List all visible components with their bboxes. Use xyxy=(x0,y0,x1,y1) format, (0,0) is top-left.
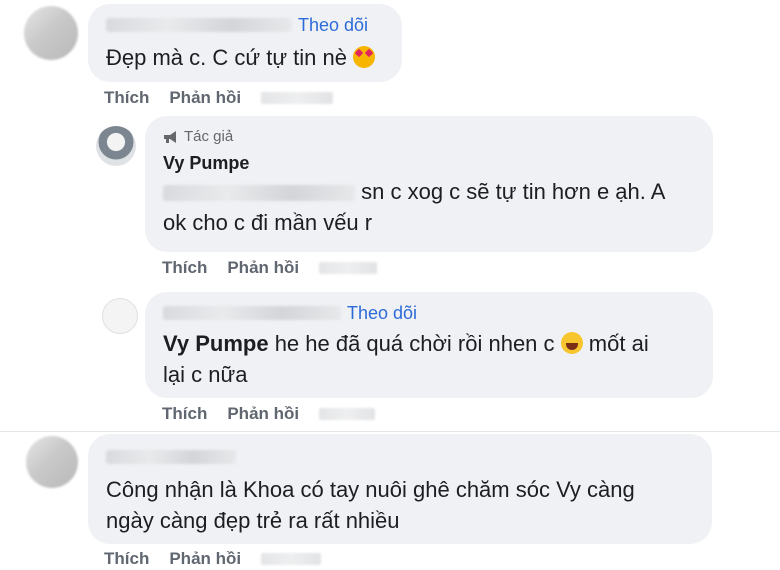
like-button[interactable]: Thích xyxy=(104,549,149,569)
comment-text-line: ngày càng đẹp trẻ ra rất nhiều xyxy=(106,508,400,533)
like-button[interactable]: Thích xyxy=(162,404,207,424)
blurred-commenter-name[interactable] xyxy=(106,18,292,32)
author-badge: Tác giả xyxy=(163,128,695,145)
blurred-timestamp[interactable] xyxy=(319,262,378,274)
avatar[interactable] xyxy=(96,126,136,166)
author-name[interactable]: Vy Pumpe xyxy=(163,153,695,174)
blurred-timestamp[interactable] xyxy=(261,92,334,104)
blurred-commenter-name[interactable] xyxy=(106,450,236,464)
blurred-timestamp[interactable] xyxy=(319,408,376,420)
comment-bubble: Tác giả Vy Pumpe sn c xog c sẽ tự tin hơ… xyxy=(145,116,713,252)
smiling-face-with-hearts-emoji xyxy=(353,46,376,68)
blurred-commenter-name[interactable] xyxy=(163,306,341,320)
comment-bubble: Theo dõi Vy Pumpe he he đã quá chời rồi … xyxy=(145,292,713,398)
follow-link[interactable]: Theo dõi xyxy=(298,15,368,36)
comment-actions: Thích Phản hồi xyxy=(104,88,334,108)
comment-actions: Thích Phản hồi xyxy=(104,549,322,569)
laughing-face-emoji xyxy=(560,332,583,354)
megaphone-icon xyxy=(164,130,176,143)
comment-bubble: Theo dõi Đẹp mà c. C cứ tự tin nè xyxy=(88,4,402,82)
comment-text: sn c xog c sẽ tự tin hơn e ạh. A xyxy=(163,176,695,207)
comment-text-line: ok cho c đi mần vếu r xyxy=(163,210,373,235)
reply-button[interactable]: Phản hồi xyxy=(169,88,241,108)
comment-actions: Thích Phản hồi xyxy=(162,258,378,278)
comment-bubble: Công nhận là Khoa có tay nuôi ghê chăm s… xyxy=(88,434,712,544)
mentioned-user[interactable]: Vy Pumpe xyxy=(163,331,269,356)
follow-link[interactable]: Theo dõi xyxy=(347,303,417,324)
author-badge-label: Tác giả xyxy=(184,128,234,145)
comment-text: Công nhận là Khoa có tay nuôi ghê chăm s… xyxy=(106,477,635,502)
divider xyxy=(0,431,780,432)
avatar[interactable] xyxy=(102,298,138,334)
reply-button[interactable]: Phản hồi xyxy=(169,549,241,569)
comment-text-line: lại c nữa xyxy=(163,362,248,387)
like-button[interactable]: Thích xyxy=(104,88,149,108)
comment-text: Đẹp mà c. C cứ tự tin nè xyxy=(106,42,384,73)
comment-text: Vy Pumpe he he đã quá chời rồi nhen c mố… xyxy=(163,331,649,356)
comment-actions: Thích Phản hồi xyxy=(162,404,376,424)
like-button[interactable]: Thích xyxy=(162,258,207,278)
blurred-mention[interactable] xyxy=(163,185,355,201)
reply-button[interactable]: Phản hồi xyxy=(227,258,299,278)
avatar[interactable] xyxy=(26,436,78,488)
avatar[interactable] xyxy=(24,6,78,60)
reply-button[interactable]: Phản hồi xyxy=(227,404,299,424)
blurred-timestamp[interactable] xyxy=(261,553,322,565)
